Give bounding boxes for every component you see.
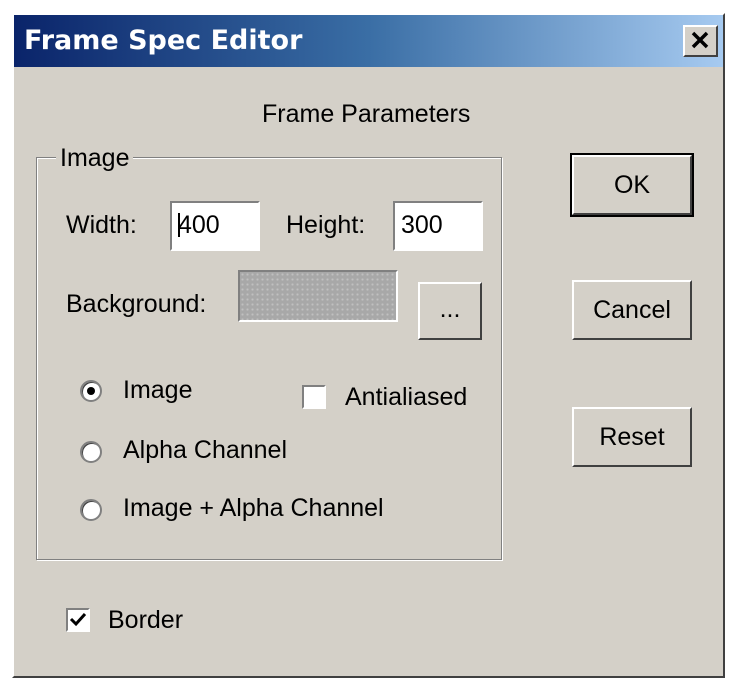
checkmark-icon (69, 612, 87, 627)
width-value: 400 (178, 211, 220, 239)
background-color-swatch[interactable] (238, 270, 398, 322)
image-group-label: Image (56, 144, 134, 173)
radio-image-label: Image (123, 376, 193, 404)
antialiased-checkbox[interactable] (302, 385, 326, 409)
background-label: Background: (66, 290, 207, 318)
background-browse-button[interactable]: ... (418, 282, 482, 340)
radio-alpha-channel[interactable] (80, 441, 102, 463)
window-title: Frame Spec Editor (24, 25, 303, 56)
reset-button[interactable]: Reset (572, 407, 692, 467)
height-value: 300 (401, 211, 443, 239)
border-label: Border (108, 606, 184, 634)
cancel-button[interactable]: Cancel (572, 280, 692, 340)
close-icon (691, 31, 709, 49)
antialiased-label: Antialiased (345, 383, 468, 411)
dialog-heading: Frame Parameters (262, 100, 471, 128)
title-bar[interactable]: Frame Spec Editor (14, 15, 723, 67)
close-button[interactable] (683, 25, 718, 57)
border-checkbox[interactable] (66, 608, 90, 632)
radio-alpha-channel-label: Alpha Channel (123, 436, 288, 464)
radio-image-alpha-channel-label: Image + Alpha Channel (123, 494, 384, 522)
height-input[interactable]: 300 (393, 201, 483, 251)
ok-button[interactable]: OK (570, 153, 694, 217)
radio-image-alpha-channel[interactable] (80, 499, 102, 521)
width-label: Width: (66, 211, 137, 239)
width-input[interactable]: 400 (170, 201, 260, 251)
height-label: Height: (286, 211, 366, 239)
radio-image[interactable] (80, 380, 102, 402)
